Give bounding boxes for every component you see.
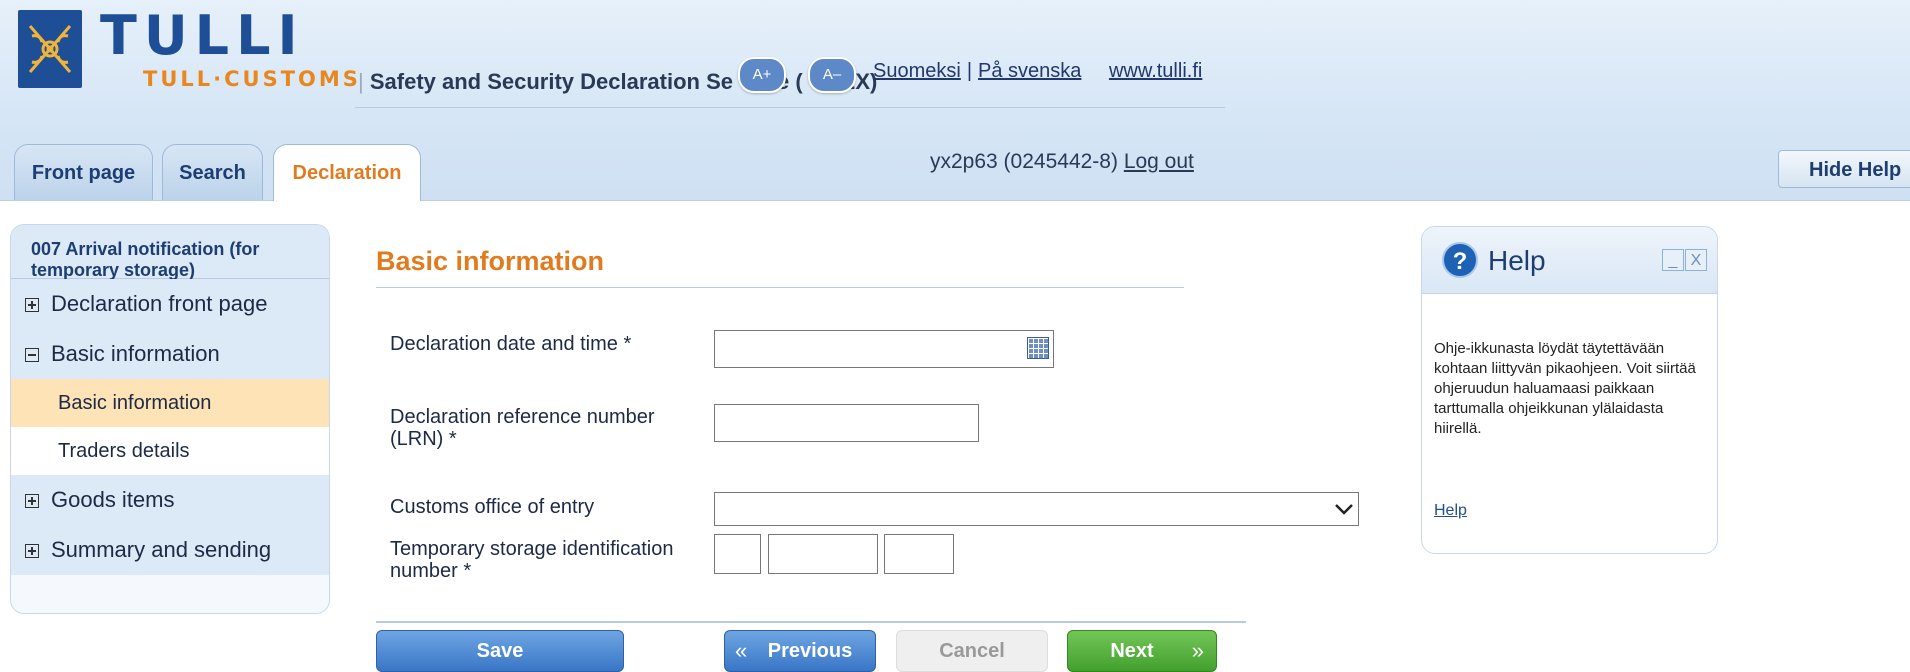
declaration-sidebar: 007 Arrival notification (for temporary … [10, 224, 330, 614]
declaration-date-input[interactable] [714, 330, 1054, 368]
temp-storage-part1-input[interactable] [714, 534, 761, 574]
temp-storage-label: Temporary storage identification number … [390, 538, 673, 582]
tab-front-page[interactable]: Front page [14, 144, 153, 200]
sidebar-item-basic-information[interactable]: Basic information [11, 329, 329, 379]
user-id: yx2p63 (0245442-8) [930, 150, 1118, 173]
help-panel: ? Help _ X Ohje-ikkunasta löydät täytett… [1421, 226, 1718, 554]
cancel-button[interactable]: Cancel [896, 630, 1048, 672]
user-info: yx2p63 (0245442-8) Log out [930, 150, 1194, 174]
font-decrease-button[interactable]: A– [808, 57, 856, 93]
language-links: Suomeksi | På svenska www.tulli.fi [873, 60, 1202, 83]
help-link[interactable]: Help [1434, 502, 1467, 520]
chevron-down-icon [1334, 497, 1354, 521]
tab-search[interactable]: Search [162, 144, 263, 200]
office-of-entry-select[interactable] [714, 492, 1359, 526]
sidebar-item-label: Goods items [51, 487, 175, 512]
minimize-icon[interactable]: _ [1662, 249, 1684, 271]
temp-storage-label-line2: number * [390, 560, 472, 582]
page-header: TULLI TULL·CUSTOMS | Safety and Security… [0, 0, 1910, 201]
lrn-input[interactable] [714, 404, 979, 442]
previous-button[interactable]: « Previous [724, 630, 876, 672]
expand-icon[interactable] [25, 298, 39, 312]
sidebar-item-label: Declaration front page [51, 291, 268, 316]
tab-declaration[interactable]: Declaration [273, 144, 421, 201]
lrn-label: Declaration reference number (LRN) * [390, 406, 655, 450]
collapse-icon[interactable] [25, 348, 39, 362]
service-title-text: Safety and Security Declaration Se [369, 69, 733, 94]
tulli-logo [18, 10, 82, 88]
declaration-type-heading: 007 Arrival notification (for temporary … [11, 225, 329, 280]
declaration-date-label: Declaration date and time * [390, 333, 632, 355]
sidebar-item-label: Summary and sending [51, 537, 272, 562]
tulli-site-link[interactable]: www.tulli.fi [1109, 60, 1202, 82]
section-divider [376, 287, 1184, 288]
crest-icon [28, 25, 72, 73]
help-title: Help [1488, 245, 1546, 276]
temp-storage-part3-input[interactable] [884, 534, 954, 574]
double-chevron-left-icon: « [735, 638, 748, 663]
brand-name: TULLI [100, 4, 305, 67]
lrn-label-line2: (LRN) * [390, 428, 457, 450]
separator: | [966, 60, 973, 82]
double-chevron-right-icon: » [1191, 638, 1204, 663]
sidebar-item-summary-and-sending[interactable]: Summary and sending [11, 525, 329, 575]
help-panel-header[interactable]: ? Help _ X [1422, 227, 1717, 294]
sidebar-item-goods-items[interactable]: Goods items [11, 475, 329, 525]
sidebar-subitem-traders-details[interactable]: Traders details [11, 427, 329, 475]
logout-link[interactable]: Log out [1124, 150, 1194, 173]
previous-button-label: Previous [767, 640, 853, 662]
next-button-label: Next [1110, 640, 1154, 662]
section-title: Basic information [376, 246, 605, 276]
sidebar-subitem-basic-information[interactable]: Basic information [11, 379, 329, 427]
temp-storage-label-line1: Temporary storage identification [390, 538, 674, 560]
sidebar-item-label: Basic information [51, 341, 220, 366]
close-icon[interactable]: X [1685, 249, 1707, 271]
hide-help-button[interactable]: Hide Help [1778, 150, 1910, 188]
help-text: Ohje-ikkunasta löydät täytettävään kohta… [1434, 340, 1696, 437]
sidebar-item-declaration-front-page[interactable]: Declaration front page [11, 279, 329, 329]
office-of-entry-label: Customs office of entry [390, 496, 595, 518]
service-title: | Safety and Security Declaration Se e (E… [358, 69, 878, 94]
font-increase-button[interactable]: A+ [738, 57, 786, 93]
next-button[interactable]: Next » [1067, 630, 1217, 672]
help-icon: ? [1442, 242, 1478, 278]
form-divider [376, 621, 1246, 623]
save-button[interactable]: Save [376, 630, 624, 672]
lang-finnish-link[interactable]: Suomeksi [873, 60, 961, 82]
temp-storage-part2-input[interactable] [768, 534, 878, 574]
lang-swedish-link[interactable]: På svenska [978, 60, 1081, 82]
header-divider [355, 107, 1225, 108]
expand-icon[interactable] [25, 494, 39, 508]
brand-subtitle: TULL·CUSTOMS [143, 67, 361, 91]
expand-icon[interactable] [25, 544, 39, 558]
calendar-icon[interactable] [1027, 337, 1049, 359]
lrn-label-line1: Declaration reference number [390, 406, 655, 428]
